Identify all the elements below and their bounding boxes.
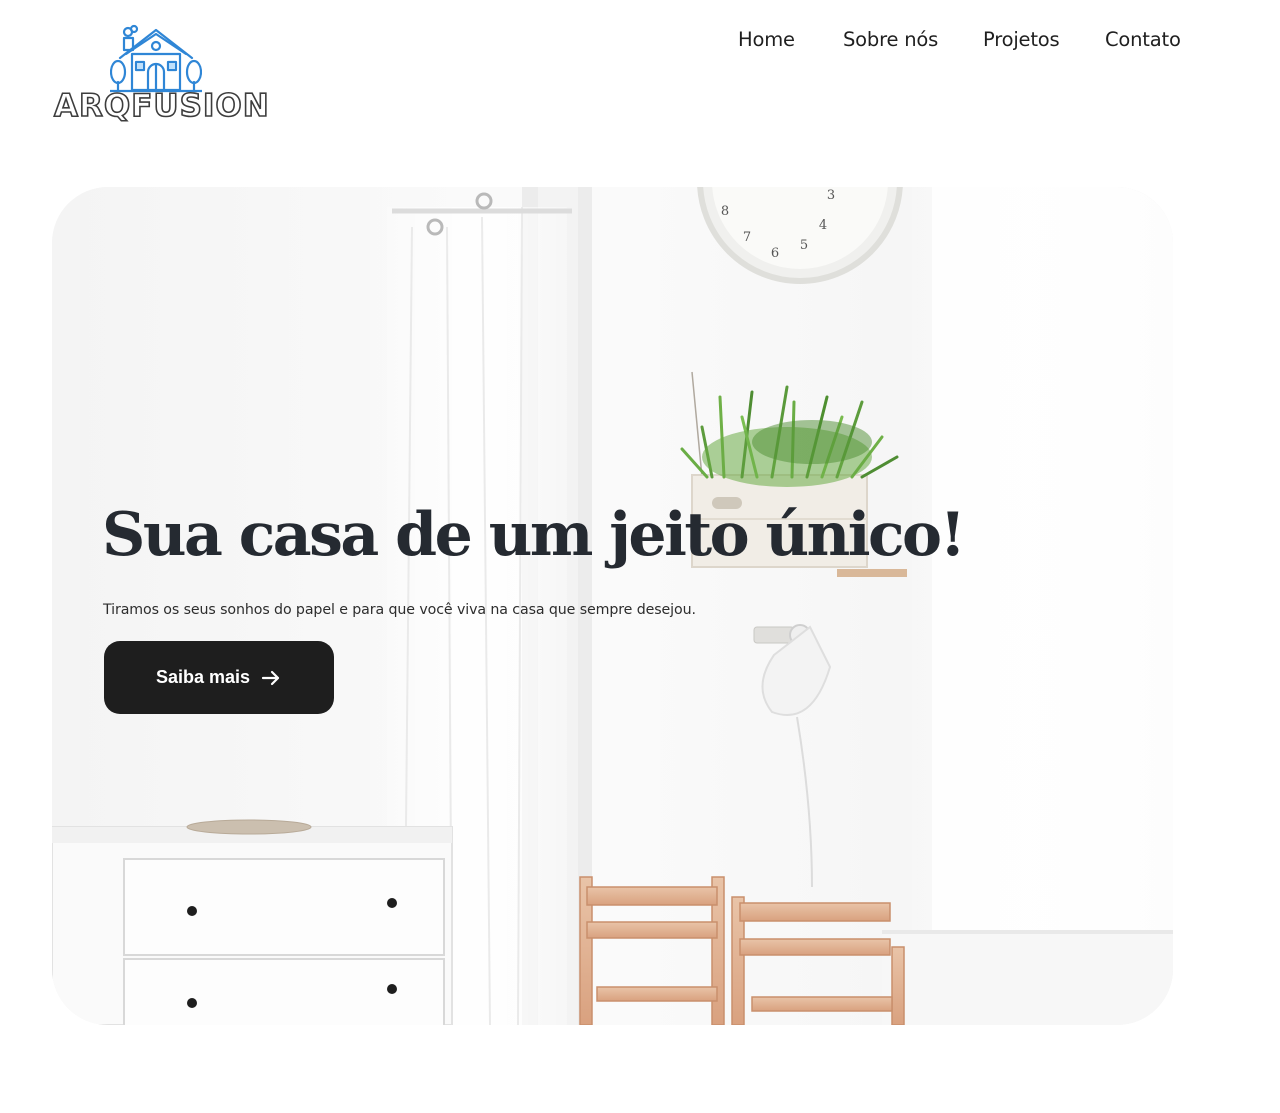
- saiba-mais-button[interactable]: Saiba mais: [104, 641, 334, 714]
- nav-item-projetos[interactable]: Projetos: [983, 28, 1060, 51]
- clock-numeral: 4: [819, 218, 827, 233]
- nav-item-home[interactable]: Home: [738, 28, 795, 51]
- clock-numeral: 5: [800, 238, 808, 253]
- clock-numeral: 3: [827, 188, 835, 203]
- nav-item-sobre-nos[interactable]: Sobre nós: [843, 28, 938, 51]
- hero-subtitle: Tiramos os seus sonhos do papel e para q…: [103, 602, 696, 618]
- saiba-mais-label: Saiba mais: [155, 667, 251, 687]
- hero-banner: 8 7 6 5 4 3 Sua casa de um jeito único! …: [52, 187, 1173, 1025]
- hero-title: Sua casa de um jeito único!: [102, 500, 966, 570]
- clock-numeral: 8: [721, 204, 729, 219]
- arrow-right-icon: [260, 667, 282, 689]
- brand-logo[interactable]: ARQFUSION: [52, 24, 270, 130]
- nav-item-contato[interactable]: Contato: [1105, 28, 1181, 51]
- clock-numeral: 6: [771, 246, 779, 261]
- house-icon: [110, 24, 202, 93]
- brand-name: ARQFUSION: [53, 87, 270, 125]
- clock-numeral: 7: [743, 230, 751, 245]
